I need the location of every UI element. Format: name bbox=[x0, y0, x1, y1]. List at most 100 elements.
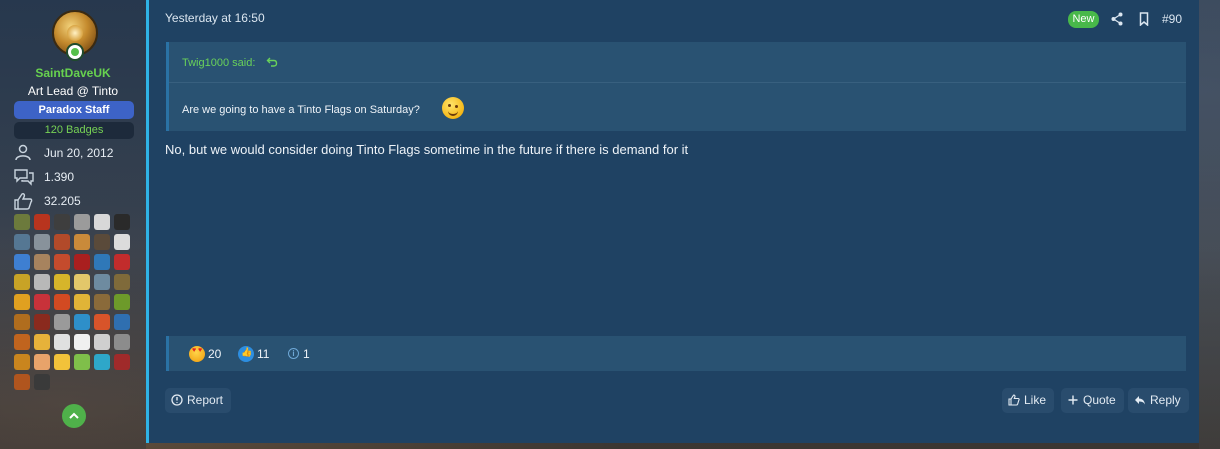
trophy-icon[interactable] bbox=[94, 254, 110, 270]
trophy-icon[interactable] bbox=[54, 274, 70, 290]
trophy-icon[interactable] bbox=[74, 214, 90, 230]
trophy-icon[interactable] bbox=[114, 334, 130, 350]
staff-badge: Paradox Staff bbox=[14, 101, 134, 119]
reply-icon bbox=[1135, 396, 1145, 405]
reaction-score: 32.205 bbox=[44, 194, 81, 208]
reaction-score-stat: 32.205 bbox=[14, 192, 134, 210]
trophy-icon[interactable] bbox=[34, 294, 50, 310]
like-label: Like bbox=[1024, 393, 1047, 407]
trophy-icon[interactable] bbox=[14, 314, 30, 330]
user-title: Art Lead @ Tinto bbox=[27, 84, 119, 98]
scroll-up-button[interactable] bbox=[62, 404, 86, 428]
trophy-icon[interactable] bbox=[74, 254, 90, 270]
trophy-icon[interactable] bbox=[54, 354, 70, 370]
reply-button[interactable]: Reply bbox=[1128, 388, 1189, 413]
reply-label: Reply bbox=[1150, 393, 1181, 407]
reaction-count: 11 bbox=[257, 347, 270, 361]
trophy-icon[interactable] bbox=[74, 334, 90, 350]
new-badge: New bbox=[1068, 11, 1099, 28]
trophy-icon[interactable] bbox=[114, 354, 130, 370]
trophy-icon[interactable] bbox=[114, 294, 130, 310]
thumbs-up-icon bbox=[14, 193, 33, 210]
trophy-icon[interactable] bbox=[94, 314, 110, 330]
trophy-icon[interactable] bbox=[54, 214, 70, 230]
go-to-quote-icon[interactable] bbox=[266, 56, 278, 68]
trophy-icon[interactable] bbox=[94, 214, 110, 230]
trophy-icon[interactable] bbox=[74, 234, 90, 250]
wink-emoji-icon bbox=[442, 97, 464, 119]
trophy-icon[interactable] bbox=[34, 254, 50, 270]
trophy-icon[interactable] bbox=[94, 334, 110, 350]
trophy-icon[interactable] bbox=[94, 354, 110, 370]
trophy-icon[interactable] bbox=[34, 334, 50, 350]
trophy-icon[interactable] bbox=[54, 254, 70, 270]
quote-block: Twig1000 said: Are we going to have a Ti… bbox=[166, 42, 1186, 131]
quote-author-link[interactable]: Twig1000 said: bbox=[182, 57, 255, 69]
like-emoji-icon bbox=[238, 346, 254, 362]
chat-bubbles-icon bbox=[14, 169, 34, 186]
trophy-icon[interactable] bbox=[14, 214, 30, 230]
trophy-icon[interactable] bbox=[74, 354, 90, 370]
post-body: No, but we would consider doing Tinto Fl… bbox=[165, 142, 689, 157]
thumbs-up-icon bbox=[1008, 394, 1020, 406]
trophy-icon[interactable] bbox=[114, 254, 130, 270]
trophy-icon[interactable] bbox=[114, 214, 130, 230]
post-number-link[interactable]: #90 bbox=[1162, 12, 1182, 26]
trophy-icon[interactable] bbox=[94, 234, 110, 250]
report-icon bbox=[171, 394, 183, 406]
trophy-icon[interactable] bbox=[14, 274, 30, 290]
forum-post: Yesterday at 16:50 New #90 Twig1000 said… bbox=[146, 0, 1199, 443]
reaction-like[interactable]: 11 bbox=[238, 346, 278, 362]
trophy-icon[interactable] bbox=[34, 374, 50, 390]
trophy-icon[interactable] bbox=[14, 254, 30, 270]
trophy-icon[interactable] bbox=[14, 294, 30, 310]
trophy-icon[interactable] bbox=[74, 274, 90, 290]
trophy-icon[interactable] bbox=[54, 314, 70, 330]
trophy-icon[interactable] bbox=[34, 274, 50, 290]
trophy-icon[interactable] bbox=[34, 354, 50, 370]
messages-stat: 1.390 bbox=[14, 168, 134, 186]
quote-header: Twig1000 said: bbox=[169, 42, 1186, 83]
trophy-icon[interactable] bbox=[54, 334, 70, 350]
info-emoji-icon: i bbox=[288, 348, 299, 359]
report-label: Report bbox=[187, 393, 224, 407]
reaction-love[interactable]: 20 bbox=[189, 346, 229, 362]
user-sidebar: SaintDaveUK Art Lead @ Tinto Paradox Sta… bbox=[0, 0, 146, 449]
plus-icon bbox=[1068, 395, 1078, 405]
reaction-count: 20 bbox=[208, 347, 222, 361]
trophy-icon[interactable] bbox=[34, 314, 50, 330]
trophy-icon[interactable] bbox=[114, 274, 130, 290]
trophy-icon[interactable] bbox=[74, 314, 90, 330]
post-date-link[interactable]: Yesterday at 16:50 bbox=[165, 11, 265, 25]
chevron-up-icon bbox=[69, 412, 79, 419]
trophy-icon[interactable] bbox=[94, 294, 110, 310]
quote-button[interactable]: Quote bbox=[1061, 388, 1124, 413]
trophy-icon[interactable] bbox=[34, 214, 50, 230]
trophy-icon[interactable] bbox=[14, 374, 30, 390]
like-button[interactable]: Like bbox=[1002, 388, 1055, 413]
badges-count-link[interactable]: 120 Badges bbox=[14, 122, 134, 139]
trophy-icon[interactable] bbox=[14, 234, 30, 250]
trophy-icon[interactable] bbox=[14, 354, 30, 370]
share-icon[interactable] bbox=[1111, 12, 1123, 26]
username[interactable]: SaintDaveUK bbox=[0, 66, 146, 80]
trophy-icon[interactable] bbox=[94, 274, 110, 290]
quote-label: Quote bbox=[1083, 393, 1116, 407]
report-button[interactable]: Report bbox=[165, 388, 232, 413]
quote-text: Are we going to have a Tinto Flags on Sa… bbox=[182, 104, 420, 116]
trophy-icon[interactable] bbox=[74, 294, 90, 310]
reaction-info[interactable]: i 1 bbox=[288, 347, 318, 361]
reactions-bar[interactable]: 20 11 i 1 bbox=[166, 336, 1186, 371]
trophy-icon[interactable] bbox=[114, 314, 130, 330]
trophy-icon[interactable] bbox=[54, 234, 70, 250]
trophy-icon[interactable] bbox=[54, 294, 70, 310]
bookmark-icon[interactable] bbox=[1139, 12, 1149, 26]
trophy-icon[interactable] bbox=[14, 334, 30, 350]
messages-count: 1.390 bbox=[44, 170, 75, 184]
join-date: Jun 20, 2012 bbox=[44, 146, 114, 160]
trophy-icon[interactable] bbox=[114, 234, 130, 250]
join-date-stat: Jun 20, 2012 bbox=[14, 144, 134, 162]
trophy-icon[interactable] bbox=[34, 234, 50, 250]
person-icon bbox=[15, 144, 31, 161]
page-background-edge bbox=[1199, 0, 1220, 449]
